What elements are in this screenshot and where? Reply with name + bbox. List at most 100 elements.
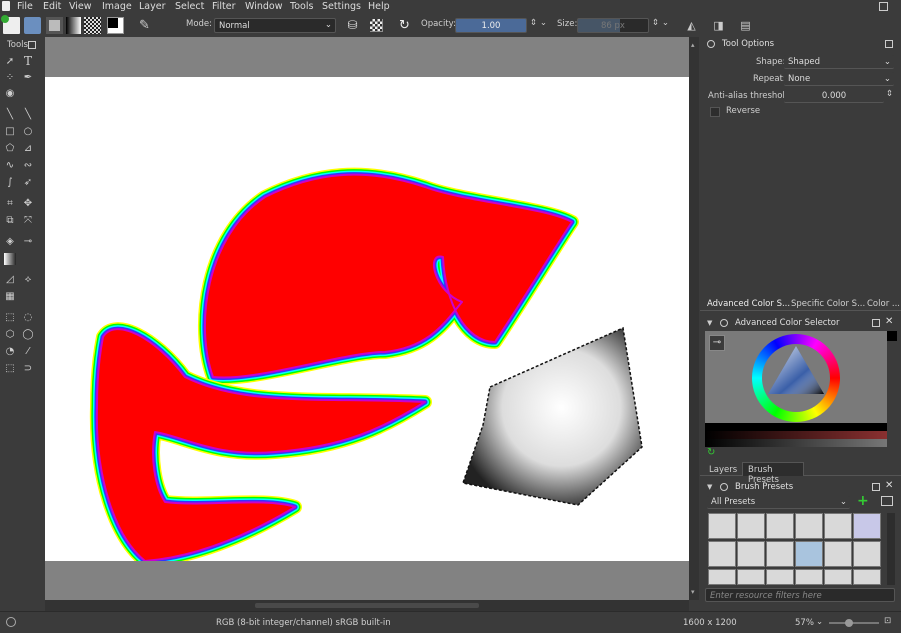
menu-image[interactable]: Image xyxy=(102,1,132,12)
workspace-icon[interactable]: ▤ xyxy=(737,17,754,34)
select-shapes-icon[interactable]: ➚ xyxy=(4,56,16,68)
color-strip-red[interactable] xyxy=(705,431,887,439)
freehand-path-icon[interactable]: ∾ xyxy=(22,160,34,172)
freehand-select-icon[interactable]: ◯ xyxy=(22,329,34,341)
mirror-vertical-icon[interactable]: ◨ xyxy=(710,17,727,34)
color-picker-icon[interactable]: ⊸ xyxy=(22,236,34,248)
chevron-down-icon[interactable]: ⌄ xyxy=(816,617,823,627)
preset-view-icon[interactable] xyxy=(881,496,893,506)
preset-thumb[interactable] xyxy=(737,513,765,539)
rect-select-icon[interactable]: ⬚ xyxy=(4,312,16,324)
preset-thumb[interactable] xyxy=(766,569,794,585)
float-panel-icon[interactable] xyxy=(872,319,880,327)
tab-specific-color-selector[interactable]: Specific Color S... xyxy=(791,299,865,309)
magic-wand-icon[interactable]: ⁄ xyxy=(22,346,34,358)
canvas-viewport[interactable] xyxy=(45,37,689,600)
menu-view[interactable]: View xyxy=(69,1,92,12)
pattern-swatch[interactable] xyxy=(84,17,101,34)
tab-advanced-color-selector[interactable]: Advanced Color S... xyxy=(707,299,790,309)
preset-thumb[interactable] xyxy=(766,513,794,539)
dynamic-brush-icon[interactable]: ∫ xyxy=(4,177,16,189)
refresh-icon[interactable]: ↻ xyxy=(707,447,715,458)
edit-shapes-icon[interactable]: ⁘ xyxy=(4,72,16,84)
float-panel-icon[interactable] xyxy=(885,40,893,48)
grid-tool-icon[interactable]: ▦ xyxy=(4,291,16,303)
rotate-icon[interactable]: ⊡ xyxy=(884,616,891,626)
alpha-lock-icon[interactable]: ⛁ xyxy=(344,17,361,34)
preset-thumb[interactable] xyxy=(853,569,881,585)
close-icon[interactable]: ✕ xyxy=(885,316,893,327)
preset-thumb[interactable] xyxy=(824,541,852,567)
canvas[interactable] xyxy=(45,77,689,561)
color-history-swatch[interactable] xyxy=(887,331,897,341)
assistant-icon[interactable]: ⟡ xyxy=(22,274,34,286)
measure-tool-icon[interactable]: ⤧ xyxy=(22,215,34,227)
open-document-icon[interactable] xyxy=(24,17,41,34)
menu-help[interactable]: Help xyxy=(368,1,390,12)
menu-select[interactable]: Select xyxy=(175,1,204,12)
preset-scrollbar[interactable] xyxy=(887,513,895,585)
assistant-tool-icon[interactable]: ➶ xyxy=(22,177,34,189)
shape-select[interactable]: Shaped ⌄ xyxy=(784,55,894,69)
preset-thumb[interactable] xyxy=(708,541,736,567)
preset-thumb[interactable] xyxy=(824,569,852,585)
brush-edit-icon[interactable]: ✎ xyxy=(136,17,153,34)
preset-thumb[interactable] xyxy=(795,513,823,539)
menu-filter[interactable]: Filter xyxy=(212,1,236,12)
horizontal-scrollbar[interactable] xyxy=(45,600,689,611)
tab-layers[interactable]: Layers xyxy=(709,465,737,475)
preserve-alpha-icon[interactable] xyxy=(370,19,383,32)
color-strip-dark[interactable] xyxy=(705,423,887,431)
menu-tools[interactable]: Tools xyxy=(290,1,313,12)
brush-tool-icon[interactable]: ◉ xyxy=(4,88,16,100)
size-slider[interactable]: 86 px xyxy=(577,18,649,33)
calligraphy-icon[interactable]: ✒ xyxy=(22,72,34,84)
preset-thumb[interactable] xyxy=(824,513,852,539)
crop-tool-icon[interactable]: ⌗ xyxy=(4,198,16,210)
preset-thumb[interactable] xyxy=(737,569,765,585)
opacity-spin-icon[interactable]: ⇕ ⌄ xyxy=(530,18,547,28)
preset-thumb[interactable] xyxy=(737,541,765,567)
menu-settings[interactable]: Settings xyxy=(322,1,361,12)
perspective-grid-icon[interactable]: ◿ xyxy=(4,274,16,286)
lock-icon[interactable] xyxy=(720,319,728,327)
repeat-select[interactable]: None ⌄ xyxy=(784,72,894,86)
fill-tool-icon[interactable]: ◈ xyxy=(4,236,16,248)
reverse-checkbox[interactable] xyxy=(710,107,720,117)
size-spin-icon[interactable]: ⇕ ⌄ xyxy=(652,18,669,28)
zoom-slider[interactable] xyxy=(829,619,879,627)
preset-thumb[interactable] xyxy=(795,569,823,585)
float-panel-icon[interactable] xyxy=(872,483,880,491)
float-panel-icon[interactable] xyxy=(28,41,36,49)
lock-icon[interactable] xyxy=(707,40,715,48)
magnetic-select-icon[interactable]: ⊃ xyxy=(22,363,34,375)
preset-thumb[interactable] xyxy=(853,513,881,539)
aa-spin-icon[interactable]: ⇕ xyxy=(886,89,893,99)
mirror-horizontal-icon[interactable]: ◭ xyxy=(683,17,700,34)
reload-preset-icon[interactable]: ↻ xyxy=(396,17,413,34)
menu-layer[interactable]: Layer xyxy=(139,1,166,12)
move-tool-icon[interactable]: ✥ xyxy=(22,198,34,210)
color-strip-grey[interactable] xyxy=(705,439,887,447)
window-restore-icon[interactable] xyxy=(879,2,888,11)
preset-filter-select[interactable]: All Presets ⌄ xyxy=(707,496,850,509)
add-preset-icon[interactable]: + xyxy=(857,493,869,509)
tab-brush-presets[interactable]: Brush Presets xyxy=(742,462,804,485)
line-tool-icon[interactable]: ╲ xyxy=(4,109,16,121)
bezier-select-icon[interactable]: ⬚ xyxy=(4,363,16,375)
preset-thumb[interactable] xyxy=(853,541,881,567)
save-document-icon[interactable] xyxy=(46,17,63,34)
menu-edit[interactable]: Edit xyxy=(43,1,61,12)
color-swatch-fg-bg[interactable] xyxy=(107,17,124,34)
polygon-select-icon[interactable]: ⬡ xyxy=(4,329,16,341)
preset-thumb[interactable] xyxy=(708,513,736,539)
vertical-scrollbar[interactable]: ▴ ▾ xyxy=(689,37,699,600)
new-document-icon[interactable] xyxy=(1,15,20,34)
blend-mode-select[interactable]: Normal ⌄ xyxy=(214,18,336,33)
multibrush-icon[interactable]: ╲ xyxy=(22,109,34,121)
gradient-swatch[interactable] xyxy=(66,17,81,34)
text-tool-icon[interactable]: T xyxy=(22,55,34,67)
color-wheel[interactable] xyxy=(752,334,840,422)
opacity-slider[interactable]: 1.00 xyxy=(455,18,527,33)
eyedropper-icon[interactable]: ⊸ xyxy=(709,335,725,351)
